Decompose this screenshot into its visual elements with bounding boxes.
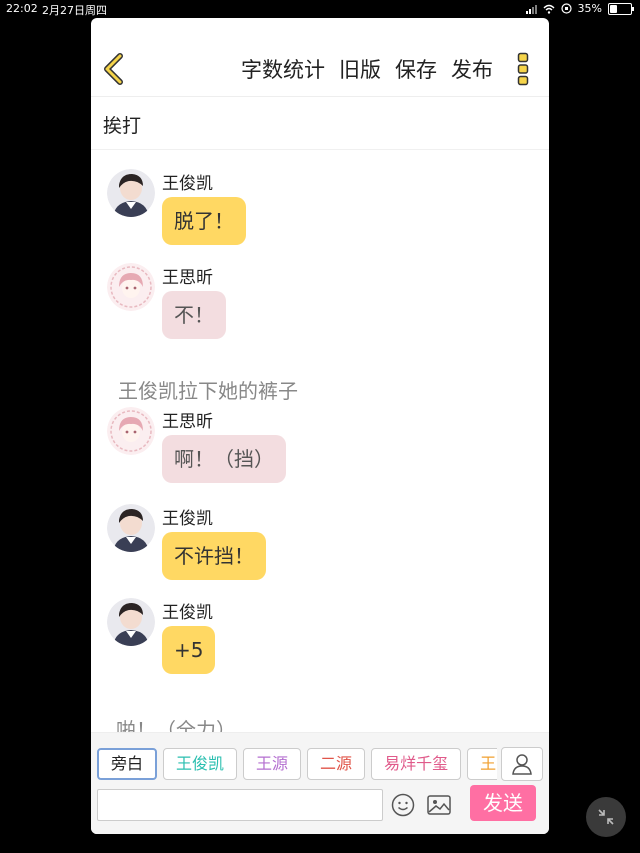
speech-bubble: 不许挡！: [162, 532, 266, 580]
speech-bubble: 不！: [162, 291, 226, 339]
battery-percent: 35%: [577, 2, 602, 15]
collapse-float-button[interactable]: [586, 797, 626, 837]
message-input[interactable]: [97, 789, 383, 821]
character-chip[interactable]: 易烊千玺: [371, 748, 462, 780]
speech-bubble: 脱了！: [162, 197, 246, 245]
character-chip[interactable]: 王: [467, 748, 497, 780]
avatar-wang-junkai: [107, 504, 155, 552]
character-chip[interactable]: 二源: [307, 748, 366, 780]
character-selector: 旁白 王俊凯 王源 二源 易烊千玺 王: [97, 748, 497, 780]
collapse-arrows-icon: [598, 809, 614, 825]
orientation-lock-icon: [560, 3, 572, 14]
top-toolbar: 字数统计 旧版 保存 发布: [91, 18, 549, 97]
emoji-icon[interactable]: [391, 793, 415, 817]
sender-name: 王俊凯: [162, 509, 213, 529]
character-chip[interactable]: 王源: [243, 748, 302, 780]
status-time: 22:02: [6, 2, 38, 15]
speech-bubble: 啊！（挡）: [162, 435, 286, 483]
signal-icon: [525, 4, 537, 14]
status-indicators: 35%: [525, 2, 634, 15]
sender-name: 王思昕: [162, 268, 213, 288]
word-count-button[interactable]: 字数统计: [241, 54, 325, 84]
narration-text[interactable]: 王俊凯拉下她的裤子: [118, 375, 298, 404]
sender-name: 王俊凯: [162, 174, 213, 194]
message-feed: 王俊凯 脱了！ 王思昕 不！ 王俊凯拉下她的裤子 王思昕 啊！（挡） 王俊凯 不…: [91, 150, 549, 742]
person-icon: [512, 754, 532, 775]
toolbar-actions: 字数统计 旧版 保存 发布: [241, 54, 493, 84]
editor-panel: 字数统计 旧版 保存 发布 挨打 王俊凯 脱了！ 王思昕 不！ 王俊凯拉下她的裤…: [91, 18, 549, 834]
image-icon[interactable]: [427, 794, 451, 816]
sender-name: 王思昕: [162, 412, 213, 432]
more-menu-icon[interactable]: [517, 52, 529, 86]
speech-bubble: +5: [162, 626, 216, 674]
status-date: 2月27日周四: [42, 4, 107, 17]
avatar-wang-sixin: [107, 263, 155, 311]
back-arrow-icon[interactable]: [99, 52, 129, 86]
send-button[interactable]: 发送: [470, 785, 536, 821]
save-button[interactable]: 保存: [395, 54, 437, 84]
avatar-wang-sixin: [107, 407, 155, 455]
character-chip[interactable]: 王俊凯: [163, 748, 238, 780]
story-title-row[interactable]: 挨打: [91, 97, 549, 150]
story-title: 挨打: [103, 115, 142, 137]
composer-area: 旁白 王俊凯 王源 二源 易烊千玺 王 发送: [91, 732, 549, 834]
character-manage-button[interactable]: [501, 747, 543, 781]
publish-button[interactable]: 发布: [451, 54, 493, 84]
avatar-wang-junkai: [107, 598, 155, 646]
character-chip-narrator[interactable]: 旁白: [97, 748, 158, 780]
sender-name: 王俊凯: [162, 603, 213, 623]
wifi-icon: [543, 4, 555, 14]
status-bar: 22:02 2月27日周四 35%: [0, 0, 640, 18]
battery-icon: [608, 2, 634, 15]
avatar-wang-junkai: [107, 169, 155, 217]
old-version-button[interactable]: 旧版: [339, 54, 381, 84]
